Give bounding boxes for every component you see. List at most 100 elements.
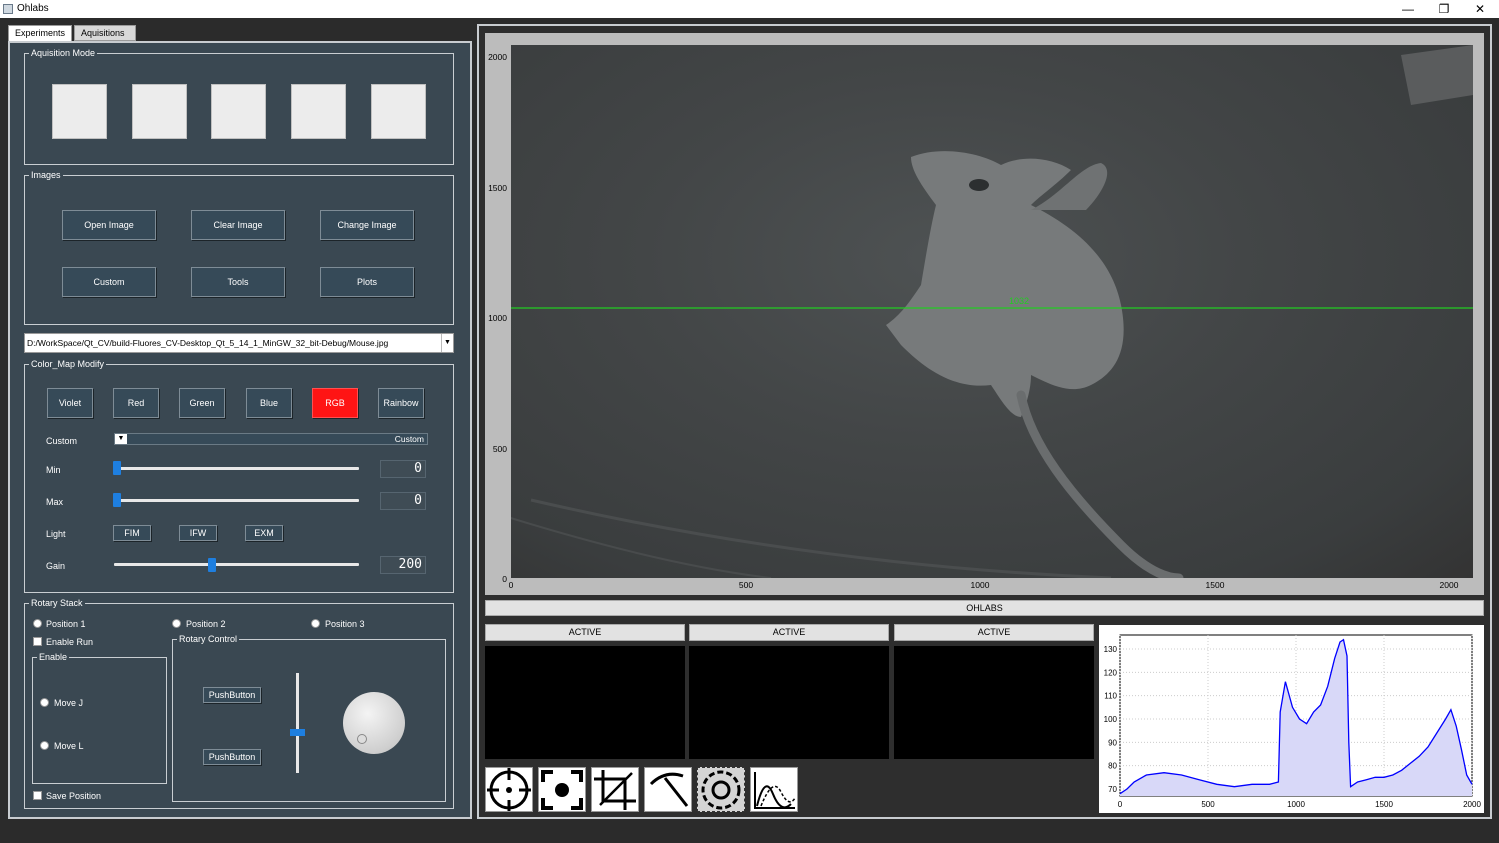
move-l-radio[interactable] — [40, 741, 49, 750]
active-label-1: ACTIVE — [485, 624, 685, 641]
custom-colormap-select[interactable]: ▼ Custom — [114, 433, 428, 445]
fim-button[interactable]: FIM — [113, 525, 151, 541]
rotary-stack-label: Rotary Stack — [29, 598, 85, 609]
rotary-control-label: Rotary Control — [177, 634, 240, 645]
profile-line-value: 1032 — [1009, 296, 1030, 306]
green-button[interactable]: Green — [179, 388, 225, 418]
y-tick-label: 100 — [1104, 715, 1118, 724]
save-position-checkbox[interactable] — [33, 791, 42, 800]
y-tick: 1500 — [488, 183, 507, 193]
camera-view-3 — [894, 646, 1094, 759]
pushbutton-1[interactable]: PushButton — [203, 687, 261, 703]
pushbutton-2[interactable]: PushButton — [203, 749, 261, 765]
active-label-3: ACTIVE — [894, 624, 1094, 641]
images-group: Images Open Image Clear Image Change Ima… — [24, 170, 454, 325]
restore-button[interactable]: ❐ — [1426, 0, 1462, 18]
move-l-label: Move L — [54, 741, 84, 751]
dropdown-arrow-icon[interactable]: ▼ — [115, 434, 127, 444]
red-button[interactable]: Red — [113, 388, 159, 418]
move-j-radio[interactable] — [40, 698, 49, 707]
exm-button[interactable]: EXM — [245, 525, 283, 541]
crosshair-tool-button[interactable] — [485, 767, 533, 812]
x-tick: 500 — [738, 580, 754, 590]
position-3-label: Position 3 — [325, 619, 365, 629]
vertical-slider-handle[interactable] — [290, 729, 305, 736]
file-path-text: D:/WorkSpace/Qt_CV/build-Fluores_CV-Desk… — [27, 338, 389, 348]
curve-plot-tool-button[interactable] — [750, 767, 798, 812]
custom-button[interactable]: Custom — [62, 267, 156, 297]
clear-image-button[interactable]: Clear Image — [191, 210, 285, 240]
custom-label: Custom — [46, 436, 78, 446]
rainbow-button[interactable]: Rainbow — [378, 388, 424, 418]
position-2-radio[interactable] — [172, 619, 181, 628]
ifw-button[interactable]: IFW — [179, 525, 217, 541]
save-position-label: Save Position — [46, 791, 102, 801]
open-image-button[interactable]: Open Image — [62, 210, 156, 240]
ohlabs-banner: OHLABS — [485, 600, 1484, 616]
minimize-button[interactable]: — — [1390, 0, 1426, 18]
min-display: 0 — [380, 460, 426, 478]
change-image-button[interactable]: Change Image — [320, 210, 414, 240]
position-1-radio[interactable] — [33, 619, 42, 628]
y-tick: 500 — [492, 444, 507, 454]
position-3-radio[interactable] — [311, 619, 320, 628]
position-2-label: Position 2 — [186, 619, 226, 629]
y-tick: 1000 — [488, 313, 507, 323]
tools-button[interactable]: Tools — [191, 267, 285, 297]
enable-run-label: Enable Run — [46, 637, 94, 647]
custom-select-value: Custom — [394, 434, 424, 444]
images-label: Images — [29, 170, 63, 181]
close-button[interactable]: ✕ — [1462, 0, 1498, 18]
histogram-panel: 70 80 90 100 110 120 130 0 500 1000 1500 2000 — [1099, 625, 1484, 813]
active-label-2: ACTIVE — [689, 624, 889, 641]
enable-run-checkbox[interactable] — [33, 637, 42, 646]
y-tick-label: 70 — [1108, 785, 1117, 794]
vertical-slider[interactable] — [296, 673, 299, 773]
x-tick: 1000 — [970, 580, 990, 590]
mode-button-2[interactable] — [132, 84, 187, 139]
gain-slider-handle[interactable] — [208, 558, 216, 572]
min-slider-handle[interactable] — [113, 461, 121, 475]
max-slider-handle[interactable] — [113, 493, 121, 507]
min-slider[interactable] — [114, 467, 359, 470]
title-bar: Ohlabs — ❐ ✕ — [0, 0, 1499, 18]
tab-experiments[interactable]: Experiments — [8, 25, 72, 42]
y-tick-label: 90 — [1108, 738, 1117, 747]
move-j-label: Move J — [54, 698, 84, 708]
x-tick-label: 1500 — [1375, 800, 1393, 809]
max-slider[interactable] — [114, 499, 359, 502]
gain-display: 200 — [380, 556, 426, 574]
gain-slider[interactable] — [114, 563, 359, 566]
mode-button-3[interactable] — [211, 84, 266, 139]
camera-view-2 — [689, 646, 889, 759]
tab-aquisitions[interactable]: Aquisitions — [74, 25, 136, 41]
x-tick-label: 1000 — [1287, 800, 1305, 809]
rgb-button[interactable]: RGB — [312, 388, 358, 418]
focus-tool-button[interactable] — [538, 767, 586, 812]
rotary-dial[interactable] — [343, 692, 405, 754]
circle-select-tool-button[interactable] — [697, 767, 745, 812]
x-tick-label: 0 — [1118, 800, 1123, 809]
pickaxe-tool-button[interactable] — [644, 767, 692, 812]
light-label: Light — [46, 529, 66, 539]
acquisition-mode-group: Aquisition Mode — [24, 48, 454, 165]
mode-button-1[interactable] — [52, 84, 107, 139]
file-path-combo[interactable]: D:/WorkSpace/Qt_CV/build-Fluores_CV-Desk… — [24, 333, 454, 353]
mode-button-4[interactable] — [291, 84, 346, 139]
mode-button-5[interactable] — [371, 84, 426, 139]
image-view[interactable]: 1032 — [511, 45, 1473, 578]
max-label: Max — [46, 497, 64, 507]
blue-button[interactable]: Blue — [246, 388, 292, 418]
camera-view-1 — [485, 646, 685, 759]
x-tick-label: 2000 — [1463, 800, 1481, 809]
dial-notch-icon — [357, 734, 367, 744]
min-label: Min — [46, 465, 61, 475]
crop-tool-button[interactable] — [591, 767, 639, 812]
focus-icon — [541, 770, 583, 810]
x-tick: 1500 — [1205, 580, 1225, 590]
plots-button[interactable]: Plots — [320, 267, 414, 297]
chevron-down-icon[interactable]: ▼ — [441, 334, 453, 352]
violet-button[interactable]: Violet — [47, 388, 93, 418]
y-tick-label: 120 — [1104, 668, 1118, 677]
curve-plot-icon — [754, 772, 796, 809]
